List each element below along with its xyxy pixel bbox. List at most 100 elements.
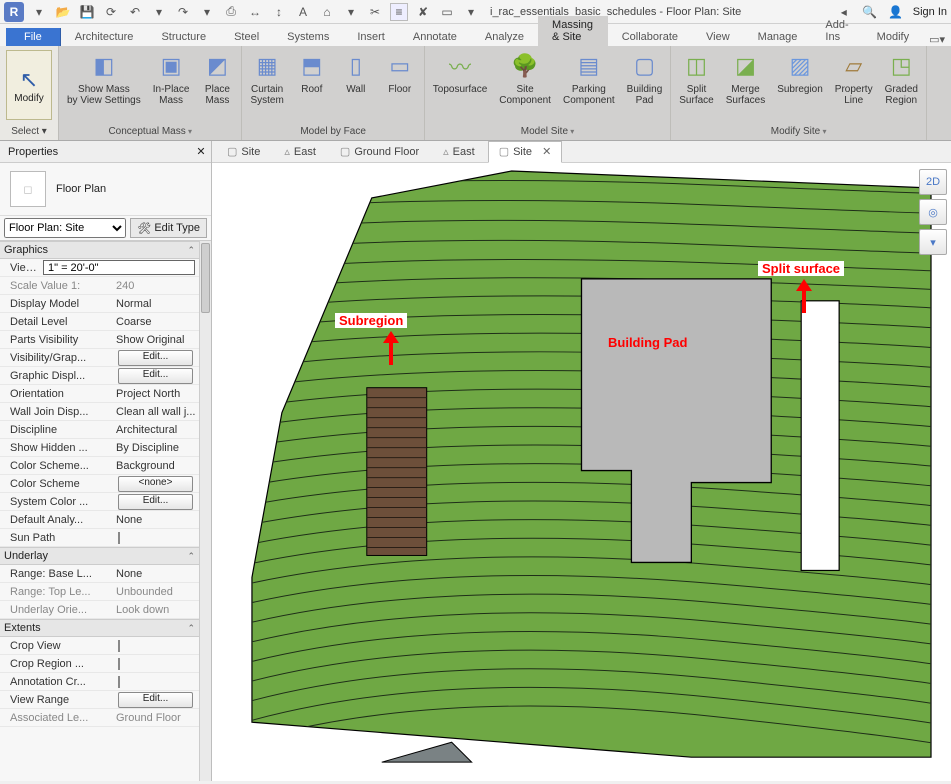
tab-massing-site[interactable]: Massing & Site — [538, 16, 608, 46]
prop-display-model[interactable]: Display Model Normal — [0, 295, 199, 313]
dim-icon[interactable]: ↕ — [270, 3, 288, 21]
prop-parts-visibility[interactable]: Parts Visibility Show Original — [0, 331, 199, 349]
prop-show-hidden[interactable]: Show Hidden ... By Discipline — [0, 439, 199, 457]
doc-tab-ground[interactable]: ▢Ground Floor — [329, 142, 430, 162]
panel-title-select[interactable]: Select ▾ — [2, 124, 56, 140]
caret-icon[interactable]: ▾ — [342, 3, 360, 21]
prop-color-scheme[interactable]: Color Scheme <none> — [0, 475, 199, 493]
prop-view-scale[interactable]: View Scale — [0, 259, 199, 277]
switch-windows-icon[interactable]: ▭ — [438, 3, 456, 21]
annotation-crop-checkbox[interactable] — [118, 676, 120, 688]
prop-crop-region[interactable]: Crop Region ... — [0, 655, 199, 673]
section-icon[interactable]: ✂ — [366, 3, 384, 21]
redo-icon[interactable]: ↷ — [174, 3, 192, 21]
sync-icon[interactable]: ⟳ — [102, 3, 120, 21]
ribbon-layout-icon[interactable]: ▭▾ — [929, 33, 945, 46]
tab-close-icon[interactable]: ✕ — [542, 145, 551, 158]
tab-annotate[interactable]: Annotate — [399, 28, 471, 46]
edit-type-button[interactable]: 🛠 Edit Type — [130, 218, 207, 238]
doc-tab-site-1[interactable]: ▢Site — [216, 142, 271, 162]
doc-tab-site-active[interactable]: ▢ Site ✕ — [488, 141, 563, 163]
tab-view[interactable]: View — [692, 28, 744, 46]
tab-architecture[interactable]: Architecture — [61, 28, 148, 46]
search-icon[interactable]: 🔍 — [861, 3, 879, 21]
group-extents[interactable]: Extents⌃ — [0, 619, 199, 637]
nav-wheel-button[interactable]: ◎ — [919, 199, 947, 225]
property-line-button[interactable]: ▱ Property Line — [829, 46, 879, 124]
system-color-edit-button[interactable]: Edit... — [118, 494, 193, 510]
prop-visibility-overrides[interactable]: Visibility/Grap... Edit... — [0, 349, 199, 367]
tab-structure[interactable]: Structure — [147, 28, 220, 46]
graphic-display-edit-button[interactable]: Edit... — [118, 368, 193, 384]
group-graphics[interactable]: Graphics⌃ — [0, 241, 199, 259]
graded-region-button[interactable]: ◳ Graded Region — [879, 46, 924, 124]
toposurface-button[interactable]: 〰 Toposurface — [427, 46, 493, 124]
text-icon[interactable]: A — [294, 3, 312, 21]
wall-button[interactable]: ▯ Wall — [334, 46, 378, 124]
prop-graphic-display[interactable]: Graphic Displ... Edit... — [0, 367, 199, 385]
tab-manage[interactable]: Manage — [744, 28, 812, 46]
show-mass-button[interactable]: ◧ Show Mass by View Settings — [61, 46, 147, 124]
prop-default-analysis[interactable]: Default Analy... None — [0, 511, 199, 529]
tab-analyze[interactable]: Analyze — [471, 28, 538, 46]
subregion-button[interactable]: ▨ Subregion — [771, 46, 829, 124]
crop-region-checkbox[interactable] — [118, 658, 120, 670]
crop-view-checkbox[interactable] — [118, 640, 120, 652]
visibility-edit-button[interactable]: Edit... — [118, 350, 193, 366]
tab-modify[interactable]: Modify — [863, 28, 923, 46]
tab-file[interactable]: File — [6, 28, 61, 46]
curtain-system-button[interactable]: ▦ Curtain System — [244, 46, 289, 124]
sun-path-checkbox[interactable] — [118, 532, 120, 544]
drawing-canvas[interactable]: Subregion Building Pad Split surface 2D … — [212, 163, 951, 781]
signin-link[interactable]: Sign In — [913, 6, 947, 18]
tab-addins[interactable]: Add-Ins — [811, 16, 862, 46]
site-component-button[interactable]: 🌳 Site Component — [493, 46, 557, 124]
roof-button[interactable]: ⬒ Roof — [290, 46, 334, 124]
undo-icon[interactable]: ↶ — [126, 3, 144, 21]
prop-view-range[interactable]: View Range Edit... — [0, 691, 199, 709]
nav-bar-caret-icon[interactable]: ▾ — [919, 229, 947, 255]
panel-title-conceptual[interactable]: Conceptual Mass — [61, 124, 239, 140]
place-mass-button[interactable]: ◩ Place Mass — [195, 46, 239, 124]
panel-title-modify-site[interactable]: Modify Site — [673, 124, 924, 140]
prop-wall-join[interactable]: Wall Join Disp... Clean all wall j... — [0, 403, 199, 421]
split-surface-button[interactable]: ◫ Split Surface — [673, 46, 719, 124]
close-inactive-icon[interactable]: ✘ — [414, 3, 432, 21]
app-menu-caret-icon[interactable]: ▾ — [30, 3, 48, 21]
caret-icon[interactable]: ▾ — [462, 3, 480, 21]
modify-button[interactable]: ↖ Modify — [6, 50, 52, 120]
thin-lines-icon[interactable]: ≡ — [390, 3, 408, 21]
prop-range-base[interactable]: Range: Base L... None — [0, 565, 199, 583]
type-selector[interactable]: ◻ Floor Plan — [0, 163, 211, 216]
panel-title-model-site[interactable]: Model Site — [427, 124, 668, 140]
save-icon[interactable]: 💾 — [78, 3, 96, 21]
viewcube-2d-button[interactable]: 2D — [919, 169, 947, 195]
doc-tab-east-1[interactable]: ▵East — [273, 142, 327, 162]
caret-icon[interactable]: ▾ — [198, 3, 216, 21]
properties-close-icon[interactable]: ✕ — [191, 145, 211, 158]
view-range-edit-button[interactable]: Edit... — [118, 692, 193, 708]
tab-insert[interactable]: Insert — [343, 28, 399, 46]
prop-crop-view[interactable]: Crop View — [0, 637, 199, 655]
open-icon[interactable]: 📂 — [54, 3, 72, 21]
instance-selector[interactable]: Floor Plan: Site — [4, 218, 126, 238]
prop-sun-path[interactable]: Sun Path — [0, 529, 199, 547]
parking-component-button[interactable]: ▤ Parking Component — [557, 46, 621, 124]
prop-detail-level[interactable]: Detail Level Coarse — [0, 313, 199, 331]
prop-discipline[interactable]: Discipline Architectural — [0, 421, 199, 439]
color-scheme-button[interactable]: <none> — [118, 476, 193, 492]
floor-button[interactable]: ▭ Floor — [378, 46, 422, 124]
inplace-mass-button[interactable]: ▣ In-Place Mass — [147, 46, 196, 124]
tab-collaborate[interactable]: Collaborate — [608, 28, 692, 46]
merge-surfaces-button[interactable]: ◪ Merge Surfaces — [720, 46, 771, 124]
measure-icon[interactable]: ↔ — [246, 3, 264, 21]
print-icon[interactable]: ⎙ — [222, 3, 240, 21]
properties-scrollbar[interactable] — [199, 241, 211, 781]
doc-tab-east-2[interactable]: ▵East — [432, 142, 486, 162]
caret-icon[interactable]: ▾ — [150, 3, 168, 21]
group-underlay[interactable]: Underlay⌃ — [0, 547, 199, 565]
scrollbar-thumb[interactable] — [201, 243, 210, 313]
prop-annotation-crop[interactable]: Annotation Cr... — [0, 673, 199, 691]
prop-system-color[interactable]: System Color ... Edit... — [0, 493, 199, 511]
3d-icon[interactable]: ⌂ — [318, 3, 336, 21]
